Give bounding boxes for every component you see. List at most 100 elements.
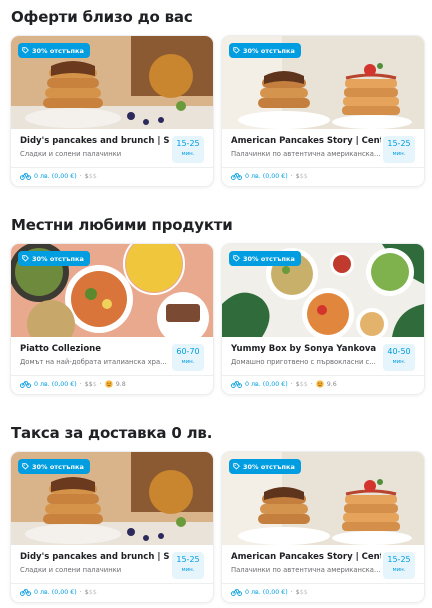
venue-card[interactable]: 30% отстъпка American Pancakes Story | C…: [222, 452, 424, 602]
venue-card[interactable]: 30% отстъпка Didy's pancakes and brunch …: [11, 452, 213, 602]
tag-icon: [22, 255, 29, 262]
venue-card[interactable]: 30% отстъпка American Pancakes Story | C…: [222, 36, 424, 186]
price-level-inactive: $$: [299, 588, 308, 596]
eta-value: 40-50: [387, 347, 411, 356]
divider: [11, 375, 213, 376]
price-level-inactive: $$: [88, 172, 97, 180]
delivery-time-badge: 15-25 мин.: [383, 136, 415, 163]
venue-meta: 0 лв. (0,00 €) · $ $$: [231, 588, 308, 596]
separator-dot: ·: [79, 588, 82, 596]
separator-dot: ·: [290, 588, 293, 596]
venue-name: Didy's pancakes and brunch | Sofia: [20, 136, 170, 146]
venue-card[interactable]: 30% отстъпка Piatto Collezione Домът на …: [11, 244, 213, 394]
delivery-fee: 0 лв. (0,00 €): [34, 172, 77, 180]
delivery-time-badge: 15-25 мин.: [172, 136, 204, 163]
section-title: Такса за доставка 0 лв.: [11, 424, 213, 442]
delivery-fee: 0 лв. (0,00 €): [245, 172, 288, 180]
divider: [11, 583, 213, 584]
price-level-inactive: $$: [88, 588, 97, 596]
delivery-fee: 0 лв. (0,00 €): [245, 380, 288, 388]
price-level-inactive: $: [92, 380, 97, 388]
discount-badge: 30% отстъпка: [229, 459, 301, 474]
venue-name: Didy's pancakes and brunch | Sofia: [20, 552, 170, 562]
separator-dot: ·: [310, 380, 313, 388]
delivery-fee: 0 лв. (0,00 €): [34, 380, 77, 388]
delivery-time-badge: 15-25 мин.: [172, 552, 204, 579]
separator-dot: ·: [79, 380, 82, 388]
eta-value: 15-25: [387, 139, 411, 148]
eta-unit: мин.: [392, 151, 406, 157]
bike-icon: [20, 380, 31, 388]
venue-name: Piatto Collezione: [20, 344, 101, 354]
venue-description: Сладки и солени палачинки: [20, 150, 122, 158]
smiley-rating-icon: [316, 380, 324, 388]
bike-icon: [231, 380, 242, 388]
section-title: Местни любими продукти: [11, 216, 233, 234]
venue-description: Домашно приготвено с първокласни с...: [231, 358, 376, 366]
eta-unit: мин.: [181, 567, 195, 573]
smiley-rating-icon: [105, 380, 113, 388]
venue-name: American Pancakes Story | Center: [231, 136, 381, 146]
venue-meta: 0 лв. (0,00 €) · $ $$: [20, 588, 97, 596]
delivery-time-badge: 40-50 мин.: [383, 344, 415, 371]
bike-icon: [231, 172, 242, 180]
bike-icon: [20, 172, 31, 180]
discount-badge: 30% отстъпка: [229, 251, 301, 266]
discount-badge: 30% отстъпка: [18, 251, 90, 266]
price-level-active: $$: [84, 380, 93, 388]
eta-unit: мин.: [392, 567, 406, 573]
eta-unit: мин.: [392, 359, 406, 365]
eta-value: 15-25: [176, 139, 200, 148]
eta-value: 15-25: [176, 555, 200, 564]
discount-label: 30% отстъпка: [32, 46, 84, 55]
eta-value: 15-25: [387, 555, 411, 564]
eta-value: 60-70: [176, 347, 200, 356]
delivery-fee: 0 лв. (0,00 €): [34, 588, 77, 596]
tag-icon: [233, 463, 240, 470]
venue-card[interactable]: 30% отстъпка Yummy Box by Sonya Yankova …: [222, 244, 424, 394]
separator-dot: ·: [79, 172, 82, 180]
separator-dot: ·: [99, 380, 102, 388]
discount-label: 30% отстъпка: [32, 462, 84, 471]
tag-icon: [233, 47, 240, 54]
divider: [222, 167, 424, 168]
discount-label: 30% отстъпка: [243, 46, 295, 55]
venue-description: Сладки и солени палачинки: [20, 566, 122, 574]
discount-label: 30% отстъпка: [32, 254, 84, 263]
venue-description: Домът на най-добрата италианска хра...: [20, 358, 167, 366]
divider: [222, 375, 424, 376]
price-level-inactive: $$: [299, 380, 308, 388]
delivery-fee: 0 лв. (0,00 €): [245, 588, 288, 596]
tag-icon: [233, 255, 240, 262]
discount-label: 30% отстъпка: [243, 254, 295, 263]
eta-unit: мин.: [181, 151, 195, 157]
delivery-time-badge: 15-25 мин.: [383, 552, 415, 579]
venue-meta: 0 лв. (0,00 €) · $ $$: [231, 172, 308, 180]
venue-name: American Pancakes Story | Center: [231, 552, 381, 562]
separator-dot: ·: [290, 380, 293, 388]
rating-value: 9.6: [326, 380, 337, 388]
bike-icon: [231, 588, 242, 596]
venue-meta: 0 лв. (0,00 €) · $$ $ · 9.8: [20, 380, 126, 388]
venue-description: Палачинки по автентична американска...: [231, 566, 381, 574]
section-title: Оферти близо до вас: [11, 8, 193, 26]
discount-badge: 30% отстъпка: [18, 459, 90, 474]
venue-name: Yummy Box by Sonya Yankova: [231, 344, 377, 354]
venue-card[interactable]: 30% отстъпка Didy's pancakes and brunch …: [11, 36, 213, 186]
delivery-time-badge: 60-70 мин.: [172, 344, 204, 371]
venue-meta: 0 лв. (0,00 €) · $ $$ · 9.6: [231, 380, 337, 388]
rating-value: 9.8: [115, 380, 126, 388]
discount-badge: 30% отстъпка: [18, 43, 90, 58]
discount-label: 30% отстъпка: [243, 462, 295, 471]
divider: [222, 583, 424, 584]
divider: [11, 167, 213, 168]
tag-icon: [22, 47, 29, 54]
discount-badge: 30% отстъпка: [229, 43, 301, 58]
venue-description: Палачинки по автентична американска...: [231, 150, 381, 158]
eta-unit: мин.: [181, 359, 195, 365]
price-level-inactive: $$: [299, 172, 308, 180]
venue-meta: 0 лв. (0,00 €) · $ $$: [20, 172, 97, 180]
tag-icon: [22, 463, 29, 470]
separator-dot: ·: [290, 172, 293, 180]
bike-icon: [20, 588, 31, 596]
